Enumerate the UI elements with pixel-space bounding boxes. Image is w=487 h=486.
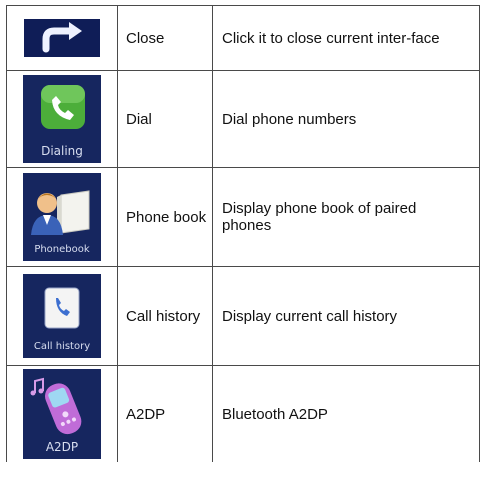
table-row: A2DP A2DP Bluetooth A2DP [6,365,480,462]
function-name: Close [117,5,213,71]
icon-label: A2DP [45,440,79,454]
function-table: Close Click it to close current inter-fa… [6,5,480,462]
phonebook-icon: Phonebook [23,173,101,261]
function-name: Phone book [117,167,213,267]
table-row: Dialing Dial Dial phone numbers [6,70,480,168]
icon-cell: Dialing [6,70,118,168]
close-arrow-icon [24,19,100,57]
function-description: Display current call history [212,266,480,366]
icon-cell [6,5,118,71]
function-name: Dial [117,70,213,168]
icon-cell: Phonebook [6,167,118,267]
function-name: Call history [117,266,213,366]
icon-label: Phonebook [34,244,90,255]
table-row: Call history Call history Display curren… [6,266,480,366]
dialing-phone-icon: Dialing [23,75,101,163]
table-row: Close Click it to close current inter-fa… [6,5,480,71]
icon-label: Call history [33,341,91,352]
function-description: Display phone book of paired phones [212,167,480,267]
function-description: Bluetooth A2DP [212,365,480,462]
call-history-icon: Call history [23,274,101,358]
function-name: A2DP [117,365,213,462]
function-description: Dial phone numbers [212,70,480,168]
table-row: Phonebook Phone book Display phone book … [6,167,480,267]
icon-cell: A2DP [6,365,118,462]
icon-label: Dialing [41,144,83,158]
a2dp-music-phone-icon: A2DP [23,369,101,459]
function-description: Click it to close current inter-face [212,5,480,71]
icon-cell: Call history [6,266,118,366]
